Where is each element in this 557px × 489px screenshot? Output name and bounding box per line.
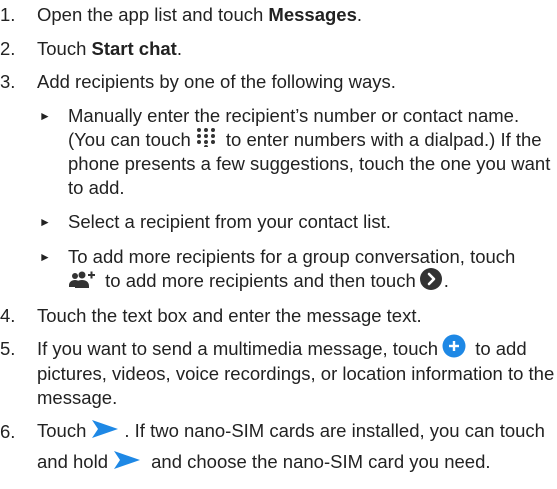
step-bold-text: Start chat: [91, 38, 177, 59]
substep-text: To add more recipients for a group conve…: [68, 246, 516, 267]
bullet-arrow: ►: [39, 250, 51, 264]
substep-2: ► Select a recipient from your contact l…: [37, 210, 557, 234]
bullet-arrow: ►: [39, 215, 51, 229]
step-3: 3. Add recipients by one of the followin…: [0, 70, 557, 94]
step-text: Touch: [37, 38, 92, 59]
substep-text: .: [443, 270, 449, 291]
step-6: 6. Touch. If two nano-SIM cards are inst…: [0, 415, 557, 477]
step-text: .: [356, 4, 363, 25]
step-text: Add recipients by one of the following w…: [37, 71, 396, 92]
step-1: 1. Open the app list and touch Messages.: [0, 3, 557, 27]
substep-1: ► Manually enter the recipient’s number …: [37, 104, 557, 200]
bullet-arrow: ►: [39, 109, 51, 123]
send-icon: [112, 449, 142, 471]
dialpad-icon: [195, 127, 217, 150]
step-text: and choose the nano-SIM card you need.: [145, 451, 491, 472]
step-number: 1.: [0, 4, 16, 25]
step-text: Open the app list and touch: [37, 4, 269, 25]
add-people-icon: [68, 270, 96, 290]
step-2: 2. Touch Start chat.: [0, 37, 557, 61]
next-arrow-icon: [419, 268, 442, 291]
step-number: 6.: [0, 421, 16, 442]
step-4: 4. Touch the text box and enter the mess…: [0, 304, 557, 328]
step-text: Touch the text box and enter the message…: [37, 305, 422, 326]
step-text: Touch: [37, 420, 87, 441]
step-number: 3.: [0, 71, 16, 92]
substep-3: ► To add more recipients for a group con…: [37, 245, 557, 293]
substep-text: Select a recipient from your contact lis…: [68, 211, 391, 232]
step-text: .: [176, 38, 182, 59]
substep-text: to add more recipients and then touch: [100, 270, 416, 291]
send-icon: [90, 418, 120, 440]
step-number: 4.: [0, 305, 16, 326]
step-5: 5. If you want to send a multimedia mess…: [0, 334, 557, 410]
step-text: If you want to send a multimedia message…: [37, 338, 439, 359]
step-bold-text: Messages: [268, 4, 357, 25]
plus-circle-icon: [442, 334, 466, 358]
step-number: 5.: [0, 338, 16, 359]
step-number: 2.: [0, 38, 16, 59]
